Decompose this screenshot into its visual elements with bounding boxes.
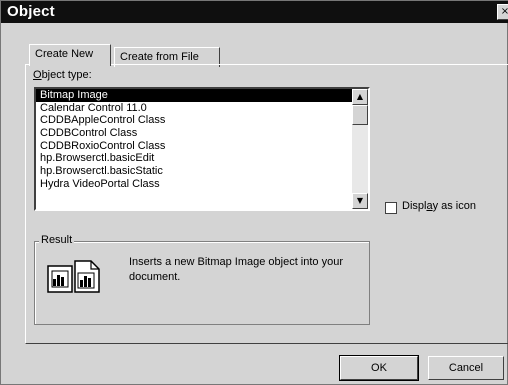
list-item[interactable]: CDDBControl Class <box>36 127 368 140</box>
list-item[interactable]: hp.Browserctl.basicStatic <box>36 165 368 178</box>
list-item[interactable]: Hydra VideoPortal Class <box>36 178 368 191</box>
list-item[interactable]: Bitmap Image <box>36 89 368 102</box>
arrow-up-icon[interactable]: ▲ <box>352 89 368 105</box>
ok-button[interactable]: OK <box>339 355 419 381</box>
object-type-listbox[interactable]: Bitmap Image Calendar Control 11.0 CDDBA… <box>34 87 370 211</box>
close-icon[interactable]: × <box>497 4 508 20</box>
display-as-icon-checkbox[interactable] <box>385 202 397 214</box>
object-type-label: Object type: <box>33 69 92 81</box>
dialog-title: Object <box>7 3 55 20</box>
result-legend: Result <box>39 234 75 246</box>
display-as-icon-label[interactable]: Display as icon <box>402 200 476 212</box>
result-description: Inserts a new Bitmap Image object into y… <box>129 256 343 283</box>
listbox-scrollbar[interactable]: ▲ ▼ <box>352 89 368 209</box>
list-item[interactable]: hp.Browserctl.basicEdit <box>36 152 368 165</box>
cancel-button[interactable]: Cancel <box>428 356 504 380</box>
tab-create-new[interactable]: Create New <box>29 44 111 66</box>
bitmap-document-icon <box>47 257 103 297</box>
scrollbar-thumb[interactable] <box>352 105 368 125</box>
list-item[interactable]: CDDBRoxioControl Class <box>36 140 368 153</box>
list-item[interactable]: Calendar Control 11.0 <box>36 102 368 115</box>
arrow-down-icon[interactable]: ▼ <box>352 193 368 209</box>
list-item[interactable]: CDDBAppleControl Class <box>36 114 368 127</box>
title-bar: Object × <box>1 1 508 23</box>
object-dialog: Object × Create New Create from File Obj… <box>0 0 508 385</box>
